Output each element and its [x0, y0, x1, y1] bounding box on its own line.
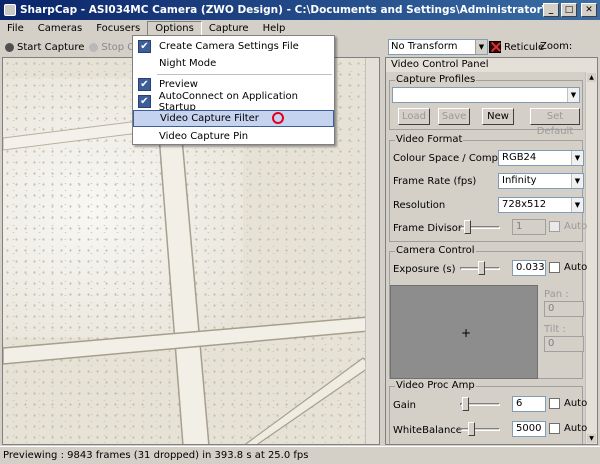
frame-rate-select[interactable]: Infinity ▼: [498, 173, 584, 189]
slider-thumb[interactable]: [464, 220, 471, 234]
options-menu: ✔ Create Camera Settings File Night Mode…: [132, 35, 335, 145]
gain-label: Gain: [393, 400, 416, 411]
chevron-down-icon[interactable]: ▼: [571, 151, 583, 165]
white-balance-slider[interactable]: [460, 422, 500, 436]
gain-value[interactable]: 6: [512, 396, 546, 412]
reticule-toggle[interactable]: Reticule: [489, 41, 544, 53]
group-title: Video Format: [395, 134, 464, 145]
chevron-down-icon[interactable]: ▼: [567, 88, 579, 102]
pan-label: Pan :: [544, 289, 569, 300]
start-capture-label: Start Capture: [17, 41, 85, 53]
scroll-down-icon[interactable]: ▼: [587, 434, 596, 443]
panel-title: Video Control Panel: [386, 58, 597, 72]
video-control-panel: Video Control Panel ▲ ▼ Capture Profiles…: [385, 57, 598, 445]
slider-thumb[interactable]: [478, 261, 485, 275]
minimize-button[interactable]: _: [543, 3, 559, 17]
exposure-value[interactable]: 0.033: [512, 260, 546, 276]
zoom-label: Zoom:: [540, 41, 573, 52]
group-title: Capture Profiles: [395, 74, 477, 85]
window-title: SharpCap - ASI034MC Camera (ZWO Design) …: [20, 4, 543, 16]
panel-scrollbar[interactable]: ▲ ▼: [585, 72, 597, 444]
menu-item-label: Create Camera Settings File: [159, 41, 299, 52]
colour-space-select[interactable]: RGB24 ▼: [498, 150, 584, 166]
gain-slider[interactable]: [460, 397, 500, 411]
frame-rate-label: Frame Rate (fps): [393, 176, 477, 187]
record-icon: [5, 42, 14, 52]
transform-select[interactable]: No Transform ▼: [388, 39, 488, 55]
title-bar: SharpCap - ASI034MC Camera (ZWO Design) …: [0, 0, 600, 20]
load-profile-button[interactable]: Load: [398, 108, 430, 125]
check-icon: ✔: [138, 78, 151, 91]
reticule-icon: [489, 41, 501, 53]
preview-scrollbar[interactable]: [365, 58, 379, 444]
save-profile-button[interactable]: Save: [438, 108, 470, 125]
white-balance-auto-checkbox[interactable]: Auto: [549, 423, 587, 434]
capture-profiles-group: Capture Profiles ▼ Load Save New Set Def…: [389, 74, 583, 137]
exposure-slider[interactable]: [460, 261, 500, 275]
menu-item-label: Video Capture Filter: [160, 113, 259, 124]
chevron-down-icon[interactable]: ▼: [571, 174, 583, 188]
resolution-label: Resolution: [393, 200, 446, 211]
menu-item-video-capture-pin[interactable]: Video Capture Pin: [133, 128, 334, 145]
chevron-down-icon[interactable]: ▼: [571, 198, 583, 212]
tilt-value[interactable]: 0: [544, 336, 584, 352]
video-proc-amp-group: Video Proc Amp Gain 6 Auto WhiteBalance …: [389, 380, 587, 444]
transform-value: No Transform: [391, 41, 458, 52]
check-icon: ✔: [138, 95, 151, 108]
menu-item-create-camera-settings-file[interactable]: ✔ Create Camera Settings File: [133, 38, 334, 55]
close-button[interactable]: ✕: [581, 3, 597, 17]
menu-file[interactable]: File: [0, 21, 31, 37]
group-title: Video Proc Amp: [395, 380, 476, 391]
menu-item-label: Night Mode: [159, 58, 217, 69]
tilt-label: Tilt :: [544, 324, 566, 335]
video-format-group: Video Format Colour Space / Compression …: [389, 134, 587, 242]
check-icon: ✔: [138, 40, 151, 53]
menu-separator: [157, 74, 332, 75]
menu-item-night-mode[interactable]: Night Mode: [133, 55, 334, 72]
menu-item-label: Video Capture Pin: [159, 131, 249, 142]
white-balance-label: WhiteBalance: [393, 425, 462, 436]
crosshair-icon: +: [461, 326, 472, 340]
exposure-auto-checkbox[interactable]: Auto: [549, 262, 587, 273]
chevron-down-icon[interactable]: ▼: [475, 40, 487, 54]
exposure-label: Exposure (s): [393, 264, 456, 275]
mouse-cursor-indicator: [272, 112, 284, 124]
set-default-button[interactable]: Set Default: [530, 108, 580, 137]
frame-divisor-value[interactable]: 1: [512, 219, 546, 235]
frame-divisor-auto-checkbox[interactable]: Auto: [549, 221, 587, 232]
capture-profile-select[interactable]: ▼: [392, 87, 580, 103]
gain-auto-checkbox[interactable]: Auto: [549, 398, 587, 409]
menu-item-video-capture-filter[interactable]: Video Capture Filter: [133, 110, 334, 127]
maximize-button[interactable]: □: [561, 3, 577, 17]
scroll-up-icon[interactable]: ▲: [587, 73, 596, 82]
pan-value[interactable]: 0: [544, 301, 584, 317]
new-profile-button[interactable]: New: [482, 108, 514, 125]
start-capture-button[interactable]: Start Capture: [5, 42, 84, 53]
status-bar: Previewing : 9843 frames (31 dropped) in…: [0, 446, 600, 464]
slider-thumb[interactable]: [462, 397, 469, 411]
group-title: Camera Control: [395, 245, 476, 256]
pan-tilt-pad[interactable]: +: [390, 285, 538, 379]
app-icon: [4, 4, 16, 16]
frame-divisor-slider[interactable]: [460, 220, 500, 234]
resolution-select[interactable]: 728x512 ▼: [498, 197, 584, 213]
menu-cameras[interactable]: Cameras: [31, 21, 89, 37]
frame-divisor-label: Frame Divisor: [393, 223, 462, 234]
white-balance-value[interactable]: 5000: [512, 421, 546, 437]
menu-item-label: Preview: [159, 79, 198, 90]
stop-icon: [89, 42, 99, 52]
slider-thumb[interactable]: [468, 422, 475, 436]
menu-item-autoconnect[interactable]: ✔ AutoConnect on Application Startup: [133, 91, 334, 113]
reticule-label: Reticule: [504, 41, 545, 53]
